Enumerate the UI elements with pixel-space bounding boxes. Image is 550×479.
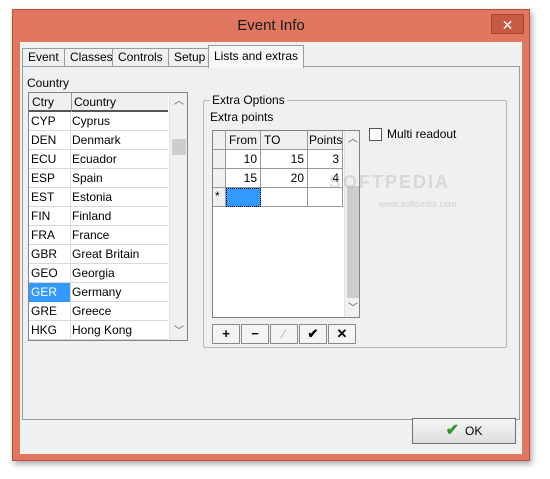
- multi-readout-checkbox[interactable]: [369, 128, 382, 141]
- extra-points-label: Extra points: [210, 110, 274, 124]
- post-button[interactable]: ✔: [299, 324, 327, 344]
- event-info-window: Event Info ✕ Event Classes Controls Setu…: [12, 9, 530, 461]
- from-cell[interactable]: 10: [226, 150, 261, 169]
- country-row[interactable]: GER Germany: [29, 283, 168, 302]
- new-row-to-cell[interactable]: [261, 188, 308, 207]
- country-code-cell[interactable]: GBR: [29, 245, 71, 264]
- grid-navigator: + − ⁄ ✔ ✕: [212, 324, 357, 344]
- country-code-cell[interactable]: HKG: [29, 321, 71, 340]
- ok-button-label: OK: [465, 424, 483, 438]
- country-row[interactable]: GBR Great Britain: [29, 245, 168, 264]
- country-row[interactable]: GEO Georgia: [29, 264, 168, 283]
- country-rows: CYP Cyprus DEN Denmark ECU Ecuador ESP Spain EST…: [29, 112, 168, 340]
- tab-lists-and-extras[interactable]: Lists and extras: [208, 45, 305, 68]
- scroll-up-arrow-icon[interactable]: ︿: [345, 131, 359, 148]
- softpedia-watermark-url: www.softpedia.com: [379, 199, 457, 209]
- scroll-up-arrow-icon[interactable]: ︿: [170, 93, 187, 110]
- country-row[interactable]: FRA France: [29, 226, 168, 245]
- country-name-cell[interactable]: Spain: [72, 171, 103, 185]
- country-code-cell[interactable]: FRA: [29, 226, 71, 245]
- scroll-down-arrow-icon[interactable]: ﹀: [170, 323, 187, 340]
- column-header-points[interactable]: Points: [308, 131, 343, 150]
- country-name-cell[interactable]: Cyprus: [72, 114, 110, 128]
- new-row-indicator: *: [213, 188, 226, 207]
- country-row[interactable]: EST Estonia: [29, 188, 168, 207]
- country-row[interactable]: ESP Spain: [29, 169, 168, 188]
- country-name-cell[interactable]: France: [72, 228, 109, 242]
- row-indicator-header: [213, 131, 226, 150]
- country-name-cell[interactable]: Germany: [72, 285, 121, 299]
- from-cell[interactable]: 15: [226, 169, 261, 188]
- country-code-cell[interactable]: ESP: [29, 169, 71, 188]
- country-code-cell[interactable]: FIN: [29, 207, 71, 226]
- to-cell[interactable]: 20: [261, 169, 308, 188]
- country-code-cell[interactable]: CYP: [29, 112, 71, 131]
- tab-event[interactable]: Event: [22, 48, 65, 67]
- extra-options-title: Extra Options: [210, 93, 287, 107]
- multi-readout-label[interactable]: Multi readout: [387, 127, 456, 141]
- extra-grid-scrollbar[interactable]: ︿ ﹀: [344, 131, 359, 317]
- row-indicator: [213, 169, 226, 188]
- country-code-cell[interactable]: GER: [29, 283, 71, 302]
- country-code-cell[interactable]: GRE: [29, 302, 71, 321]
- to-cell[interactable]: 15: [261, 150, 308, 169]
- country-row[interactable]: FIN Finland: [29, 207, 168, 226]
- country-name-cell[interactable]: Ecuador: [72, 152, 117, 166]
- column-header-ctry[interactable]: Ctry: [32, 95, 54, 109]
- column-header-from[interactable]: From: [226, 131, 261, 150]
- scroll-down-arrow-icon[interactable]: ﹀: [345, 300, 359, 317]
- row-indicator: [213, 150, 226, 169]
- country-code-cell[interactable]: ECU: [29, 150, 71, 169]
- country-grid[interactable]: Ctry Country CYP Cyprus DEN Denmark ECU Ecuad…: [28, 92, 188, 341]
- country-code-cell[interactable]: DEN: [29, 131, 71, 150]
- extra-options-group: Extra Options Extra points From TO Point…: [203, 93, 507, 348]
- tab-classes[interactable]: Classes: [64, 48, 119, 67]
- country-row[interactable]: GRE Greece: [29, 302, 168, 321]
- tab-setup[interactable]: Setup: [168, 48, 212, 67]
- window-title: Event Info: [237, 17, 305, 34]
- new-row-from-editor[interactable]: [226, 188, 261, 207]
- extra-points-grid[interactable]: From TO Points 10 15 3 15 20 4 * ︿ ﹀: [212, 130, 360, 318]
- country-name-cell[interactable]: Denmark: [72, 133, 121, 147]
- tab-panel-lists-and-extras: Country Ctry Country CYP Cyprus DEN Denmark…: [22, 66, 520, 420]
- country-name-cell[interactable]: Hong Kong: [72, 323, 132, 337]
- scroll-thumb[interactable]: [172, 139, 186, 155]
- country-name-cell[interactable]: Greece: [72, 304, 111, 318]
- country-group-label: Country: [27, 76, 70, 90]
- scroll-thumb[interactable]: [347, 186, 359, 298]
- softpedia-watermark: SOFTPEDIA: [329, 172, 451, 192]
- cancel-button[interactable]: ✕: [328, 324, 356, 344]
- insert-button[interactable]: +: [212, 324, 240, 344]
- column-header-to[interactable]: TO: [261, 131, 308, 150]
- country-code-cell[interactable]: GEO: [29, 264, 71, 283]
- column-header-country[interactable]: Country: [74, 95, 116, 109]
- country-code-cell[interactable]: EST: [29, 188, 71, 207]
- country-grid-header: Ctry Country: [29, 93, 168, 112]
- country-name-cell[interactable]: Georgia: [72, 266, 115, 280]
- country-row[interactable]: DEN Denmark: [29, 131, 168, 150]
- country-row[interactable]: ECU Ecuador: [29, 150, 168, 169]
- dialog-client: Event Classes Controls Setup Lists and e…: [20, 42, 522, 454]
- country-name-cell[interactable]: Estonia: [72, 190, 112, 204]
- country-scrollbar[interactable]: ︿ ﹀: [169, 93, 187, 340]
- title-bar[interactable]: Event Info ✕: [13, 10, 529, 40]
- column-divider: [71, 93, 72, 112]
- country-name-cell[interactable]: Great Britain: [72, 247, 139, 261]
- close-button[interactable]: ✕: [491, 14, 524, 34]
- checkmark-icon: ✔: [445, 422, 460, 439]
- ok-button[interactable]: ✔ OK: [412, 418, 516, 444]
- tab-controls[interactable]: Controls: [112, 48, 169, 67]
- delete-button[interactable]: −: [241, 324, 269, 344]
- points-cell[interactable]: 3: [308, 150, 343, 169]
- country-row[interactable]: HKG Hong Kong: [29, 321, 168, 340]
- country-name-cell[interactable]: Finland: [72, 209, 111, 223]
- country-row[interactable]: CYP Cyprus: [29, 112, 168, 131]
- edit-button[interactable]: ⁄: [270, 324, 298, 344]
